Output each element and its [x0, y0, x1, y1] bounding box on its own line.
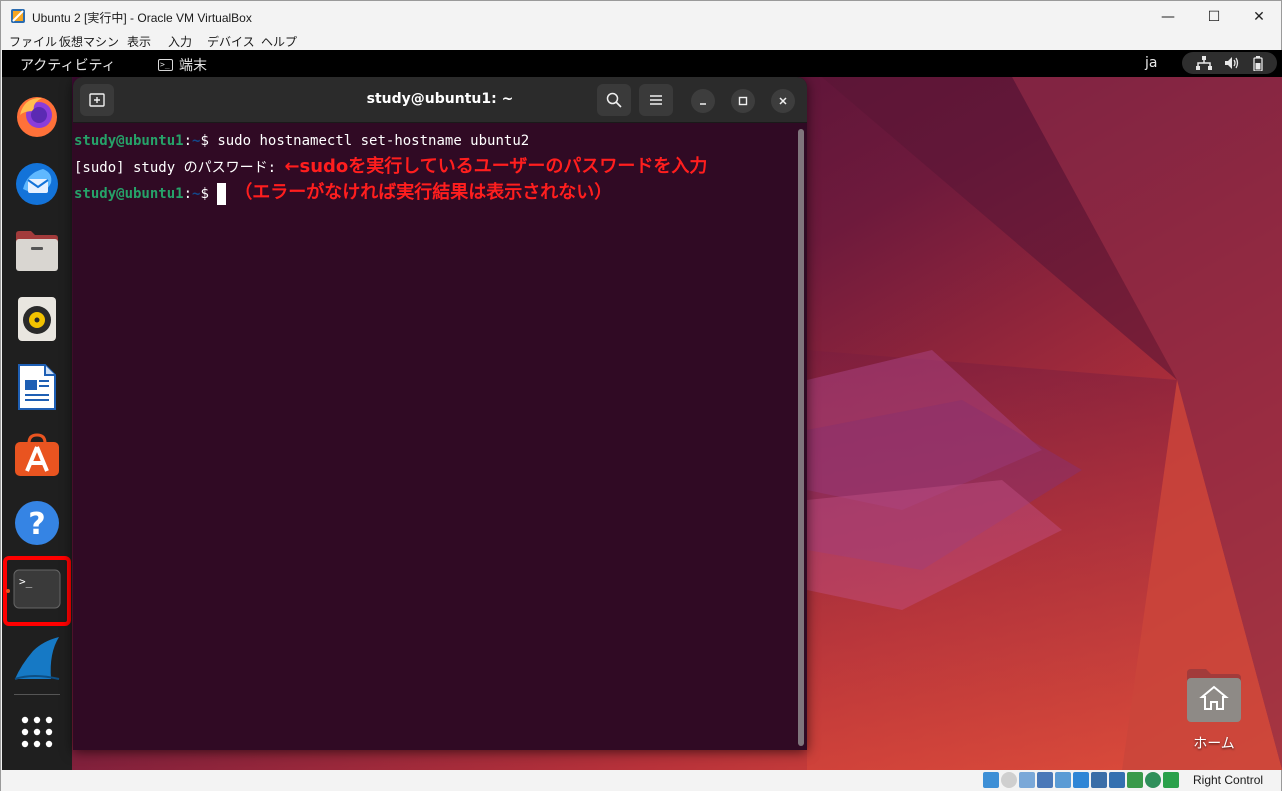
maximize-icon [738, 96, 748, 106]
usb-icon[interactable] [1055, 772, 1071, 788]
dock-item-wireshark[interactable] [12, 634, 62, 684]
dock-item-thunderbird[interactable] [12, 158, 62, 208]
prompt-user: study@ubuntu1 [74, 186, 184, 202]
terminal-small-icon: >_ [158, 59, 173, 71]
terminal-close-button[interactable] [771, 89, 795, 113]
shared-folders-icon[interactable] [1073, 772, 1089, 788]
terminal-output[interactable]: study@ubuntu1:~$ sudo hostnamectl set-ho… [73, 124, 795, 750]
recording-icon[interactable] [1109, 772, 1125, 788]
terminal-line: study@ubuntu1:~$ sudo hostnamectl set-ho… [74, 128, 795, 154]
annotation-password: ←sudoを実行しているユーザーのパスワードを入力 [284, 156, 708, 177]
rhythmbox-icon [18, 297, 56, 341]
title-bar[interactable]: Ubuntu 2 [実行中] - Oracle VM VirtualBox — … [1, 1, 1281, 32]
keyboard-capture-icon[interactable] [1163, 772, 1179, 788]
hard-disk-icon[interactable] [983, 772, 999, 788]
menu-input[interactable]: 入力 [168, 33, 192, 50]
mouse-integration-icon[interactable] [1145, 772, 1161, 788]
menu-bar: ファイル 仮想マシン 表示 入力 デバイス ヘルプ [1, 32, 1281, 50]
app-menu-label: 端末 [179, 58, 207, 74]
prompt-user: study@ubuntu1 [74, 133, 184, 149]
network-adapter-icon[interactable] [1037, 772, 1053, 788]
battery-icon [1253, 55, 1263, 71]
close-icon [779, 97, 787, 105]
show-apps-button[interactable] [12, 707, 62, 757]
window-title: Ubuntu 2 [実行中] - Oracle VM VirtualBox [32, 11, 252, 25]
home-folder-label[interactable]: ホーム [1164, 733, 1264, 753]
guest-display[interactable]: アクティビティ >_ 端末 ja ? >_ study@ubuntu1: ~ s… [2, 50, 1282, 770]
audio-icon[interactable] [1019, 772, 1035, 788]
terminal-line: [sudo] study のパスワード: ←sudoを実行しているユーザーのパス… [74, 154, 795, 180]
minimize-icon [700, 103, 706, 105]
terminal-window[interactable]: study@ubuntu1: ~ study@ubuntu1:~$ sudo h… [73, 77, 807, 750]
svg-text:?: ? [28, 507, 45, 542]
wireshark-icon [14, 637, 60, 680]
dock-item-help[interactable]: ? [12, 498, 62, 548]
input-language-indicator[interactable]: ja [1145, 55, 1157, 71]
ubuntu-top-bar: アクティビティ >_ 端末 ja [2, 50, 1282, 77]
cpu-icon[interactable] [1127, 772, 1143, 788]
terminal-minimize-button[interactable] [691, 89, 715, 113]
ubuntu-software-icon [15, 433, 59, 476]
display-icon[interactable] [1091, 772, 1107, 788]
app-menu[interactable]: >_ 端末 [158, 55, 207, 75]
thunderbird-icon [16, 163, 58, 205]
terminal-scrollbar[interactable] [798, 129, 804, 746]
dock-item-files[interactable] [12, 226, 62, 276]
firefox-icon [17, 97, 57, 137]
minimize-button[interactable]: — [1145, 1, 1191, 32]
help-icon: ? [15, 501, 59, 545]
virtualbox-window: Ubuntu 2 [実行中] - Oracle VM VirtualBox — … [0, 0, 1282, 791]
terminal-highlight-box [3, 556, 71, 626]
menu-machine[interactable]: 仮想マシン [59, 33, 119, 50]
terminal-line: study@ubuntu1:~$ （エラーがなければ実行結果は表示されない） [74, 180, 795, 206]
app-grid-icon [21, 716, 53, 748]
libreoffice-writer-icon [18, 364, 56, 410]
command-text: sudo hostnamectl set-hostname ubuntu2 [217, 133, 530, 149]
status-icons [983, 772, 1179, 788]
dock: ? >_ [2, 77, 72, 770]
volume-icon [1225, 57, 1239, 69]
hamburger-menu-icon [650, 95, 662, 105]
system-tray[interactable] [1182, 52, 1277, 74]
dock-item-firefox[interactable] [12, 91, 62, 141]
virtualbox-icon [11, 9, 25, 23]
activities-button[interactable]: アクティビティ [20, 55, 116, 75]
menu-help[interactable]: ヘルプ [261, 33, 297, 50]
running-indicator [6, 589, 10, 593]
text-cursor [217, 183, 227, 205]
network-icon [1196, 56, 1213, 70]
maximize-button[interactable]: ☐ [1191, 1, 1237, 32]
dock-separator [14, 694, 60, 695]
optical-drive-icon[interactable] [1001, 772, 1017, 788]
menu-file[interactable]: ファイル [9, 33, 57, 50]
home-folder-icon[interactable] [1184, 665, 1244, 723]
prompt-symbol: $ [200, 133, 218, 149]
annotation-no-error: （エラーがなければ実行結果は表示されない） [234, 182, 613, 203]
dock-item-ubuntu-software[interactable] [12, 430, 62, 480]
prompt-separator: : [183, 133, 193, 149]
terminal-maximize-button[interactable] [731, 89, 755, 113]
menu-button[interactable] [639, 84, 673, 116]
prompt-separator: : [183, 186, 193, 202]
close-button[interactable]: ✕ [1236, 1, 1282, 32]
sudo-password-prompt: [sudo] study のパスワード: [74, 160, 285, 176]
host-key-label: Right Control [1193, 773, 1264, 787]
menu-view[interactable]: 表示 [127, 33, 151, 50]
search-icon [606, 92, 622, 108]
search-button[interactable] [597, 84, 631, 116]
dock-item-libreoffice-writer[interactable] [12, 362, 62, 412]
terminal-header-bar[interactable]: study@ubuntu1: ~ [73, 77, 807, 123]
prompt-symbol: $ [200, 186, 218, 202]
files-icon [16, 231, 58, 271]
status-bar: Right Control [1, 770, 1281, 791]
dock-item-rhythmbox[interactable] [12, 294, 62, 344]
menu-devices[interactable]: デバイス [207, 33, 255, 50]
